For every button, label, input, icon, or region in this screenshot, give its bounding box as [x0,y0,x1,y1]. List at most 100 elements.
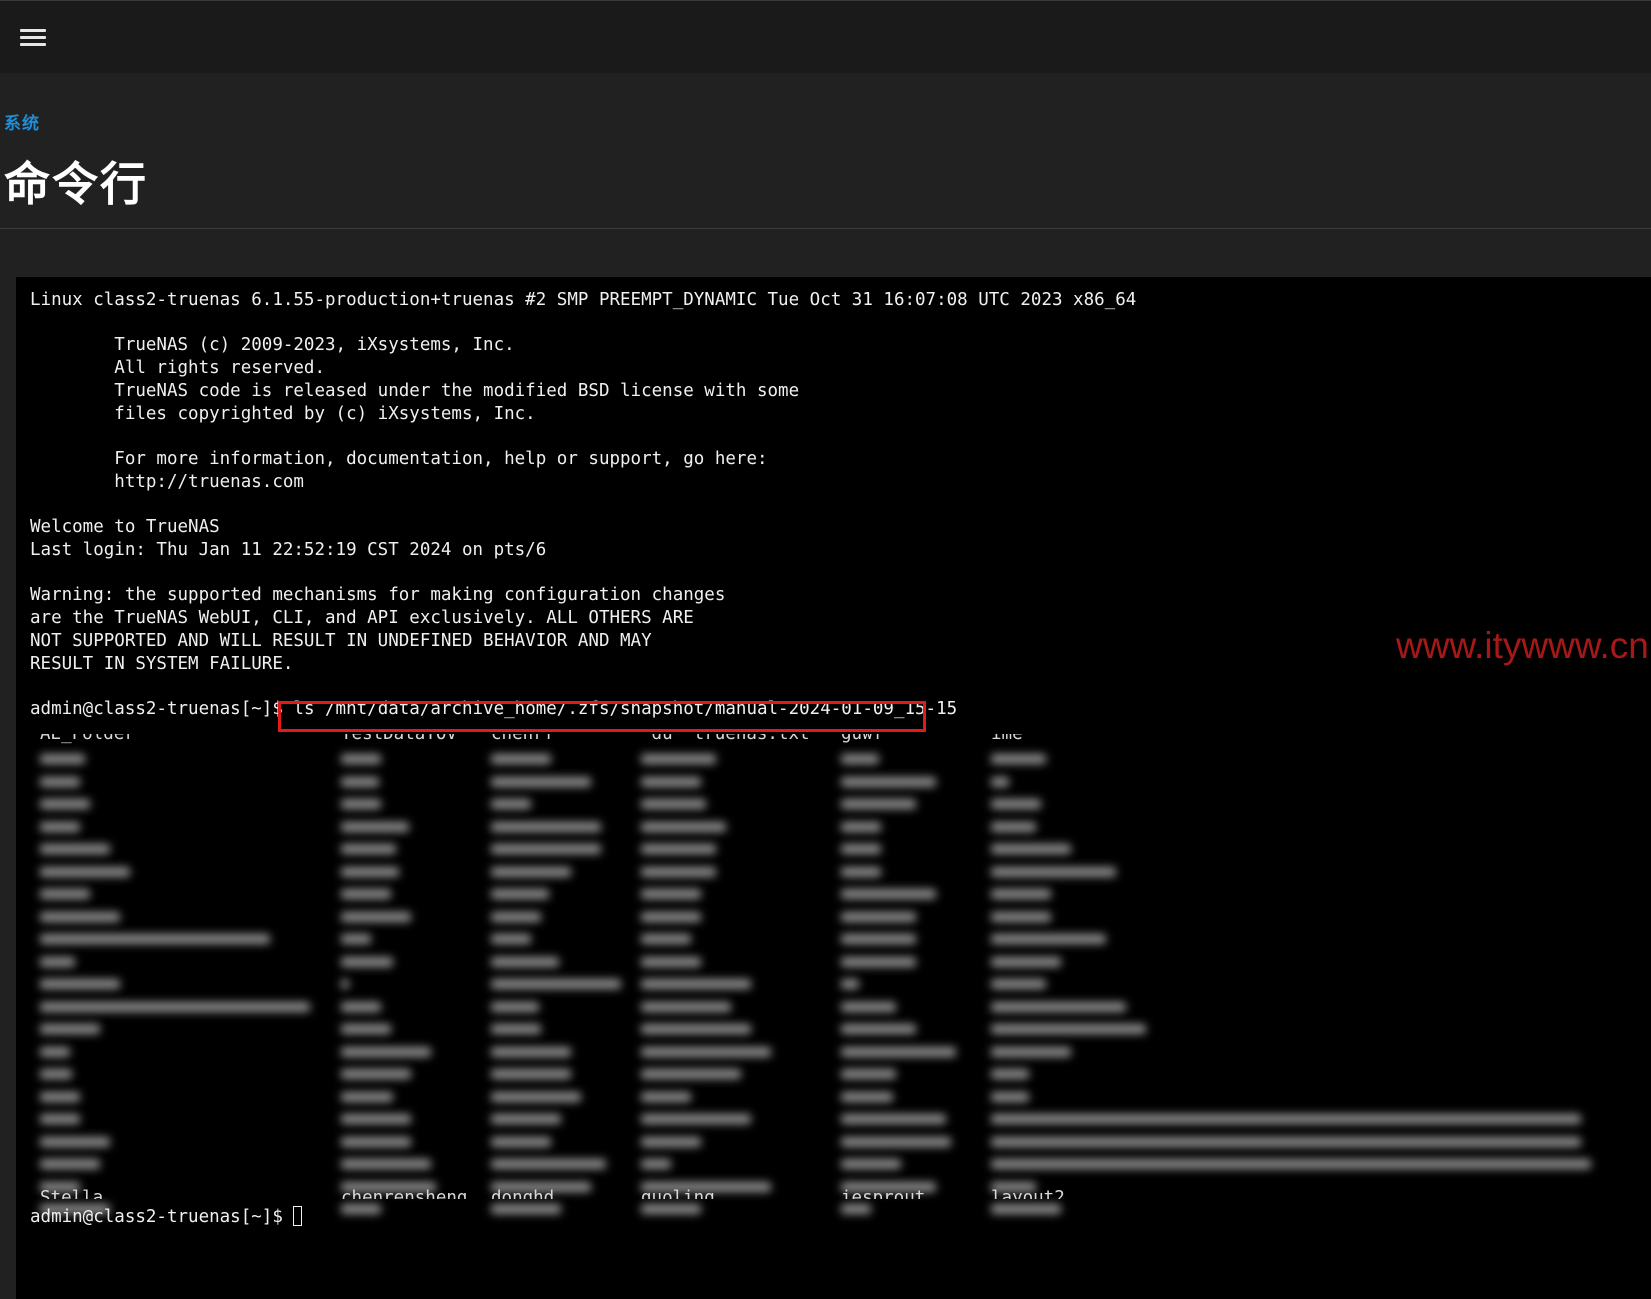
ls-entry-obscured [341,1069,411,1079]
ls-entry-obscured [841,844,881,854]
ls-output-row [16,1130,1616,1153]
ls-entry-obscured [491,1024,541,1034]
hamburger-menu-icon[interactable] [18,25,48,51]
ls-entry-obscured [491,1204,561,1214]
ls-entry-obscured [341,1046,431,1057]
ls-output-row [16,747,1616,770]
ls-entry-obscured [641,911,701,922]
ls-entry-obscured [841,821,881,832]
ls-entry-obscured [341,1091,393,1102]
ls-entry-obscured [991,1136,1581,1147]
terminal-shell[interactable]: Linux class2-truenas 6.1.55-production+t… [16,277,1651,1299]
ls-entry-obscured [641,866,716,877]
ls-output-row [16,1152,1616,1175]
ls-entry-obscured [40,1136,110,1147]
ls-entry-obscured [491,1136,551,1147]
ls-entry-obscured [991,1114,1581,1124]
page-title: 命令行 [4,157,148,211]
ls-entry-obscured [40,1024,100,1034]
ls-entry-obscured [841,889,936,899]
ls-entry-obscured [641,1069,741,1079]
ls-entry-obscured [491,934,531,944]
ls-entry-obscured [40,889,90,899]
ls-entry-obscured [341,776,379,787]
top-toolbar [0,0,1651,73]
ls-output-row [16,815,1616,838]
warning-line: RESULT IN SYSTEM FAILURE. [30,654,294,674]
ls-output-row [16,905,1616,928]
ls-entry-obscured [491,1069,571,1079]
warning-line: NOT SUPPORTED AND WILL RESULT IN UNDEFIN… [30,631,652,651]
ls-entry-obscured [991,1046,1071,1057]
ls-entry-obscured [991,776,1009,787]
ls-entry-obscured [341,1204,381,1214]
ls-entry-obscured [641,1136,701,1147]
ls-output-row [16,927,1616,950]
ls-entry-obscured [991,1001,1126,1012]
ls-entry: chenrensheng [341,1188,468,1199]
warning-line: are the TrueNAS WebUI, CLI, and API excl… [30,608,694,628]
ls-entry-obscured [341,1024,391,1034]
ls-entry-obscured [491,844,601,854]
ls-entry-obscured [841,1001,896,1012]
ls-entry-obscured [341,754,381,764]
ls-entry-obscured [641,1204,701,1214]
ls-entry: 'du* truenas.txt' [641,734,821,744]
ls-output-row: AE_Folder TestDataTOV chenrf 'du* truena… [16,734,1616,746]
ls-entry-obscured [641,1114,751,1124]
ls-entry-obscured [341,799,381,809]
copyright-line: files copyrighted by (c) iXsystems, Inc. [30,404,536,424]
last-login-line: Last login: Thu Jan 11 22:52:19 CST 2024… [30,540,547,560]
ls-entry-obscured [991,1204,1061,1214]
ls-entry-obscured [491,866,571,877]
ls-entry-obscured [341,956,393,967]
ls-entry-obscured [991,821,1036,832]
ls-entry: ime [991,734,1023,744]
ls-entry-obscured [841,799,916,809]
ls-entry-obscured [841,1114,946,1124]
ls-entry-obscured [40,799,90,809]
ls-output-row [16,1062,1616,1085]
ls-entry-obscured [991,1159,1591,1169]
info-link: http://truenas.com [30,472,304,492]
ls-output-row: Stella chenrensheng donghd guoling iespr… [16,1187,1616,1199]
ls-entry-obscured [641,799,706,809]
terminal-cursor[interactable] [293,1206,303,1226]
ls-entry-obscured [491,1091,581,1102]
ls-entry-obscured [641,1091,691,1102]
ls-entry-obscured [641,776,701,787]
ls-entry-obscured [841,1136,951,1147]
ls-entry-obscured [991,866,1116,877]
ls-entry-obscured [491,821,601,832]
ls-entry-obscured [641,1159,671,1169]
ls-entry-obscured [641,889,701,899]
ls-entry-obscured [991,889,1051,899]
ls-entry-obscured [841,911,916,922]
ls-entry: donghd [491,1188,555,1199]
ls-entry-obscured [991,844,1071,854]
copyright-line: All rights reserved. [30,358,326,378]
shell-prompt: admin@class2-truenas[~]$ [30,699,294,719]
ls-entry-obscured [491,956,559,967]
ls-entry-obscured [841,754,879,764]
ls-entry-obscured [641,821,726,832]
ls-entry-obscured [491,754,551,764]
copyright-line: TrueNAS code is released under the modif… [30,381,800,401]
ls-entry-obscured [991,1069,1029,1079]
ls-entry-obscured [841,1046,956,1057]
ls-entry-obscured [40,956,75,967]
ls-entry-obscured [341,1159,431,1169]
ls-entry: TestDataTOV [341,734,457,744]
ls-output-row [16,770,1616,793]
ls-entry-obscured [491,889,549,899]
ls-output-row [16,860,1616,883]
ls-entry-obscured [991,911,1051,922]
ls-entry-obscured [641,844,716,854]
breadcrumb-system[interactable]: 系统 [4,109,40,134]
ls-entry-obscured [40,1091,80,1102]
ls-entry-obscured [40,754,85,764]
ls-entry-obscured [841,956,916,967]
ls-entry-obscured [491,911,541,922]
ls-output-row [16,1017,1616,1040]
ls-entry-obscured [841,1091,893,1102]
